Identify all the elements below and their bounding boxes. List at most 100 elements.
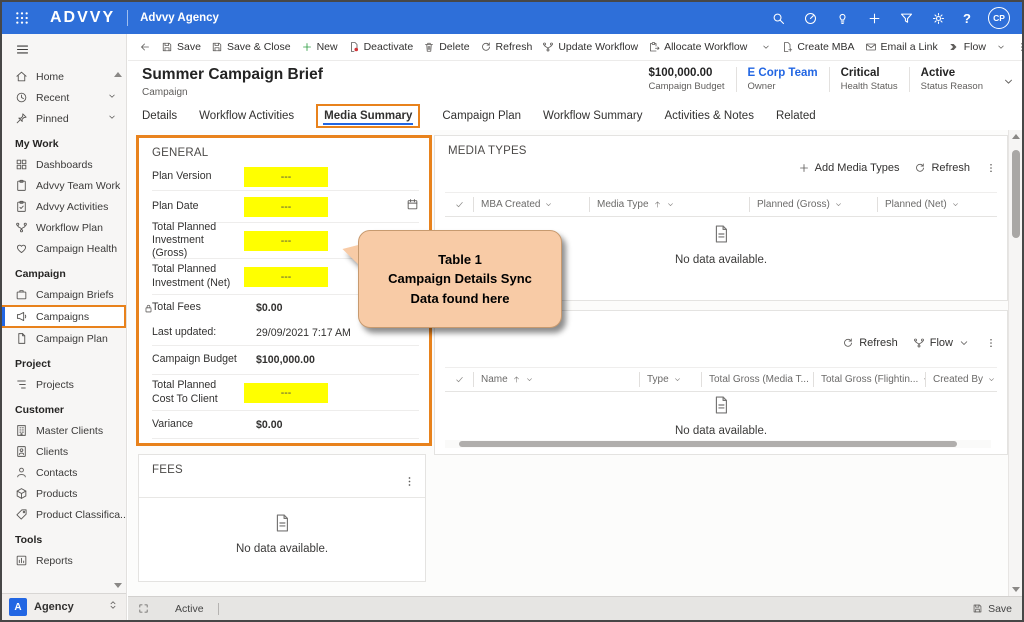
sidebar-item-workflow-plan[interactable]: Workflow Plan	[2, 217, 126, 238]
refresh-button[interactable]: Refresh	[475, 34, 538, 60]
column-mba-created[interactable]: MBA Created	[473, 197, 589, 212]
calendar-icon[interactable]	[406, 198, 419, 216]
scroll-down-arrow[interactable]	[1012, 587, 1020, 592]
new-button[interactable]: New	[296, 34, 343, 60]
flow-icon	[913, 337, 925, 349]
tab-media-summary[interactable]: Media Summary	[316, 104, 421, 128]
flow-button[interactable]: Flow	[943, 34, 991, 60]
chevron-down-icon	[958, 337, 970, 349]
header-collapse-chevron[interactable]	[1002, 75, 1015, 93]
sidebar-item-campaign-briefs[interactable]: Campaign Briefs	[2, 284, 126, 305]
sidebar-item-pinned[interactable]: Pinned	[2, 108, 126, 129]
sidebar-item-clients[interactable]: Clients	[2, 441, 126, 462]
scroll-up-arrow[interactable]	[1012, 134, 1020, 139]
sidebar-item-dashboards[interactable]: Dashboards	[2, 154, 126, 175]
sidebar-item-master-clients[interactable]: Master Clients	[2, 420, 126, 441]
bookings-refresh-button[interactable]: Refresh	[842, 337, 898, 349]
field-variance[interactable]: Variance $0.00	[152, 411, 419, 439]
allocate-workflow-button[interactable]: Allocate Workflow	[643, 34, 752, 60]
tab-details[interactable]: Details	[142, 104, 177, 128]
chevron-down-icon[interactable]	[107, 112, 117, 125]
bookings-more-button[interactable]	[985, 337, 997, 349]
chevron-up-down-icon[interactable]	[107, 598, 119, 616]
select-all-checkmark[interactable]	[445, 197, 473, 212]
sidebar-item-product-classifications[interactable]: Product Classifica...	[2, 504, 126, 525]
sidebar-item-advvy-team-work[interactable]: Advvy Team Work	[2, 175, 126, 196]
search-icon[interactable]	[771, 11, 786, 26]
column-total-gross-media[interactable]: Total Gross (Media T...	[701, 372, 813, 387]
column-name[interactable]: Name	[473, 372, 639, 387]
owner-link[interactable]: E Corp Team	[748, 67, 818, 79]
tab-workflow-activities[interactable]: Workflow Activities	[199, 104, 294, 128]
allocate-workflow-chevron[interactable]	[756, 34, 776, 60]
sidebar-item-products[interactable]: Products	[2, 483, 126, 504]
person-icon	[15, 466, 28, 479]
save-button[interactable]: Save	[156, 34, 206, 60]
gauge-icon[interactable]	[803, 11, 818, 26]
statusbar-save-button[interactable]: Save	[972, 603, 1012, 615]
more-commands-button[interactable]	[1011, 34, 1022, 60]
sidebar-item-campaigns[interactable]: Campaigns	[2, 305, 126, 328]
gear-icon[interactable]	[931, 11, 946, 26]
column-media-type[interactable]: Media Type	[589, 197, 749, 212]
sidebar-item-campaign-health[interactable]: Campaign Health	[2, 238, 126, 259]
flow-chevron[interactable]	[991, 34, 1011, 60]
vertical-scrollbar[interactable]	[1008, 130, 1022, 596]
clipboard-check-icon	[15, 200, 28, 213]
workflow-icon	[15, 221, 28, 234]
tab-campaign-plan[interactable]: Campaign Plan	[442, 104, 521, 128]
sidebar-item-projects[interactable]: Projects	[2, 374, 126, 395]
scrollbar-thumb[interactable]	[459, 441, 957, 447]
deactivate-button[interactable]: Deactivate	[343, 34, 419, 60]
megaphone-icon	[15, 310, 28, 323]
save-and-close-button[interactable]: Save & Close	[206, 34, 296, 60]
bookings-flow-button[interactable]: Flow	[913, 337, 970, 349]
back-button[interactable]	[134, 34, 156, 60]
sidebar-item-campaign-plan[interactable]: Campaign Plan	[2, 328, 126, 349]
field-plan-version[interactable]: Plan Version ---	[152, 163, 419, 191]
lightbulb-icon[interactable]	[835, 11, 850, 26]
bookings-grid-header: Name Type Total Gross (Media T... Total …	[445, 367, 997, 392]
expand-icon[interactable]	[138, 603, 149, 614]
sidebar-item-home[interactable]: Home	[2, 66, 126, 87]
clipboard-icon	[15, 179, 28, 192]
filter-icon[interactable]	[899, 11, 914, 26]
sidebar-item-reports[interactable]: Reports	[2, 550, 126, 571]
help-icon[interactable]: ?	[963, 11, 971, 26]
form-content: GENERAL Plan Version --- Plan Date --- T…	[128, 130, 1022, 596]
column-planned-gross[interactable]: Planned (Gross)	[749, 197, 877, 212]
column-created-by[interactable]: Created By	[925, 372, 997, 387]
menu-icon[interactable]	[2, 34, 126, 66]
media-types-more-button[interactable]	[985, 162, 997, 174]
sidebar-section-my-work: My Work	[15, 138, 59, 150]
area-switcher[interactable]: A Agency	[2, 593, 126, 620]
tab-activities-notes[interactable]: Activities & Notes	[664, 104, 753, 128]
select-all-checkmark[interactable]	[445, 372, 473, 387]
delete-button[interactable]: Delete	[418, 34, 474, 60]
brand-logo: ADVVY	[50, 9, 116, 26]
chevron-down-icon[interactable]	[107, 91, 117, 104]
media-types-refresh-button[interactable]: Refresh	[914, 162, 970, 174]
column-total-gross-flighting[interactable]: Total Gross (Flightin...	[813, 372, 925, 387]
horizontal-scrollbar[interactable]	[445, 440, 991, 448]
column-planned-net[interactable]: Planned (Net)	[877, 197, 997, 212]
sidebar-item-contacts[interactable]: Contacts	[2, 462, 126, 483]
email-a-link-button[interactable]: Email a Link	[860, 34, 943, 60]
update-workflow-button[interactable]: Update Workflow	[537, 34, 643, 60]
create-mba-button[interactable]: Create MBA	[776, 34, 859, 60]
column-type[interactable]: Type	[639, 372, 701, 387]
tab-related[interactable]: Related	[776, 104, 816, 128]
avatar[interactable]: CP	[988, 7, 1010, 29]
sort-up-icon	[512, 375, 521, 384]
field-total-planned-cost-to-client[interactable]: Total Planned Cost To Client ---	[152, 375, 419, 411]
fees-more-button[interactable]	[403, 475, 416, 493]
sidebar-item-recent[interactable]: Recent	[2, 87, 126, 108]
tab-workflow-summary[interactable]: Workflow Summary	[543, 104, 642, 128]
field-campaign-budget[interactable]: Campaign Budget $100,000.00	[152, 346, 419, 375]
add-media-types-button[interactable]: Add Media Types	[798, 162, 899, 174]
mail-icon	[865, 41, 877, 53]
waffle-icon[interactable]	[14, 10, 30, 26]
scrollbar-thumb[interactable]	[1012, 150, 1020, 238]
plus-icon[interactable]	[867, 11, 882, 26]
sidebar-item-advvy-activities[interactable]: Advvy Activities	[2, 196, 126, 217]
